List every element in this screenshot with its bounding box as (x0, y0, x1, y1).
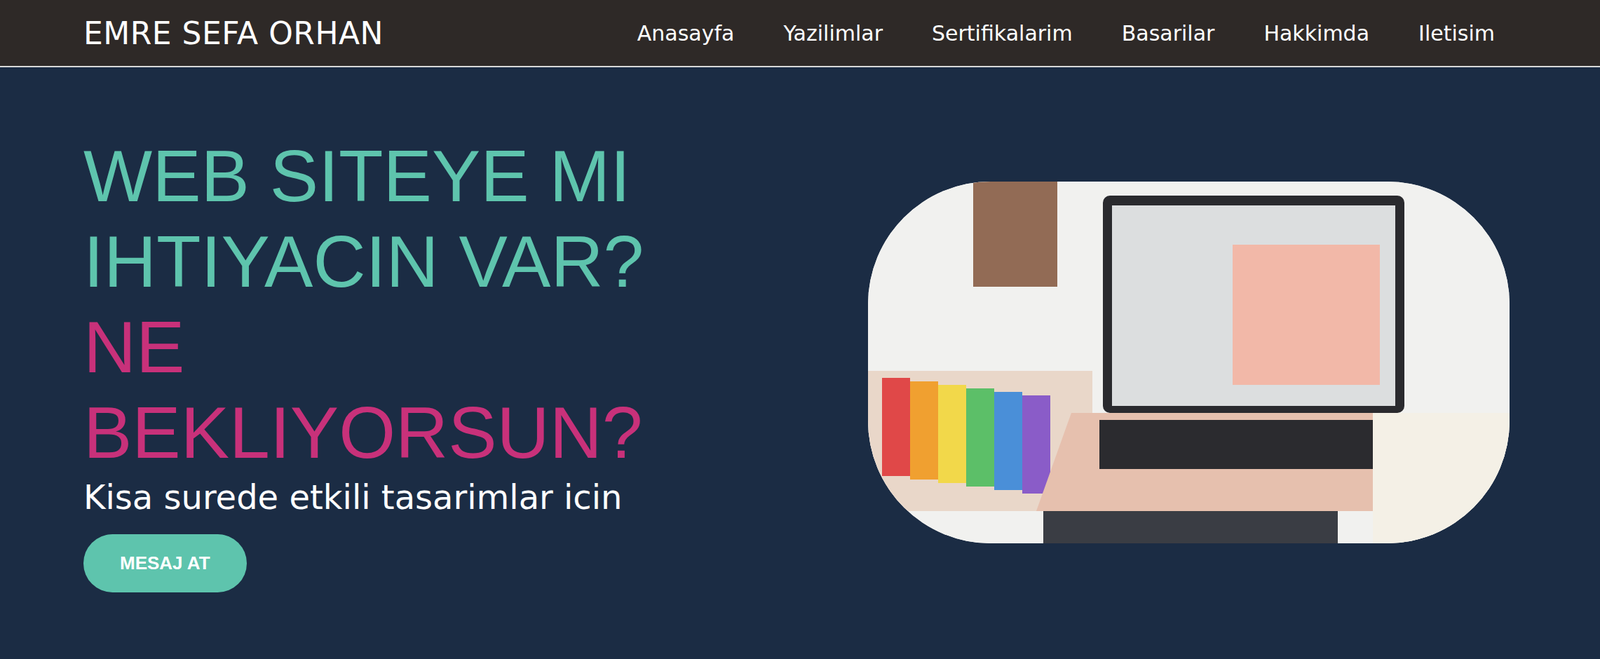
hero-subtitle: Kisa surede etkili tasarimlar icin (83, 475, 623, 519)
nav-item[interactable]: Sertifikalarim (931, 21, 1073, 46)
nav-item[interactable]: Iletisim (1418, 21, 1495, 46)
headline-line: IHTIYACIN VAR? (83, 218, 644, 305)
page: EMRE SEFA ORHAN Anasayfa Yazilimlar Sertif… (0, 0, 1600, 659)
laptop-photo-icon (868, 181, 1510, 544)
nav-menu: Anasayfa Yazilimlar Sertifikalarim Basarila… (637, 21, 1495, 46)
hero-text: WEB SITEYE MIIHTIYACIN VAR?NEBEKLIYORSUN… (83, 133, 644, 593)
hero-headline: WEB SITEYE MIIHTIYACIN VAR?NEBEKLIYORSUN… (83, 133, 644, 476)
nav-item[interactable]: Hakkimda (1263, 21, 1370, 46)
nav-item[interactable]: Anasayfa (637, 21, 735, 46)
headline-line: BEKLIYORSUN? (83, 389, 644, 476)
top-nav: EMRE SEFA ORHAN Anasayfa Yazilimlar Sertif… (0, 0, 1600, 68)
headline-line: NE (83, 304, 644, 390)
nav-item[interactable]: Yazilimlar (783, 21, 883, 46)
hero-section: WEB SITEYE MIIHTIYACIN VAR?NEBEKLIYORSUN… (0, 67, 1600, 658)
headline-line: WEB SITEYE MI (83, 133, 644, 219)
hero-photo (868, 181, 1510, 544)
nav-item[interactable]: Basarilar (1121, 21, 1216, 46)
brand-logo[interactable]: EMRE SEFA ORHAN (83, 15, 384, 52)
message-button[interactable]: MESAJ AT (83, 534, 247, 593)
